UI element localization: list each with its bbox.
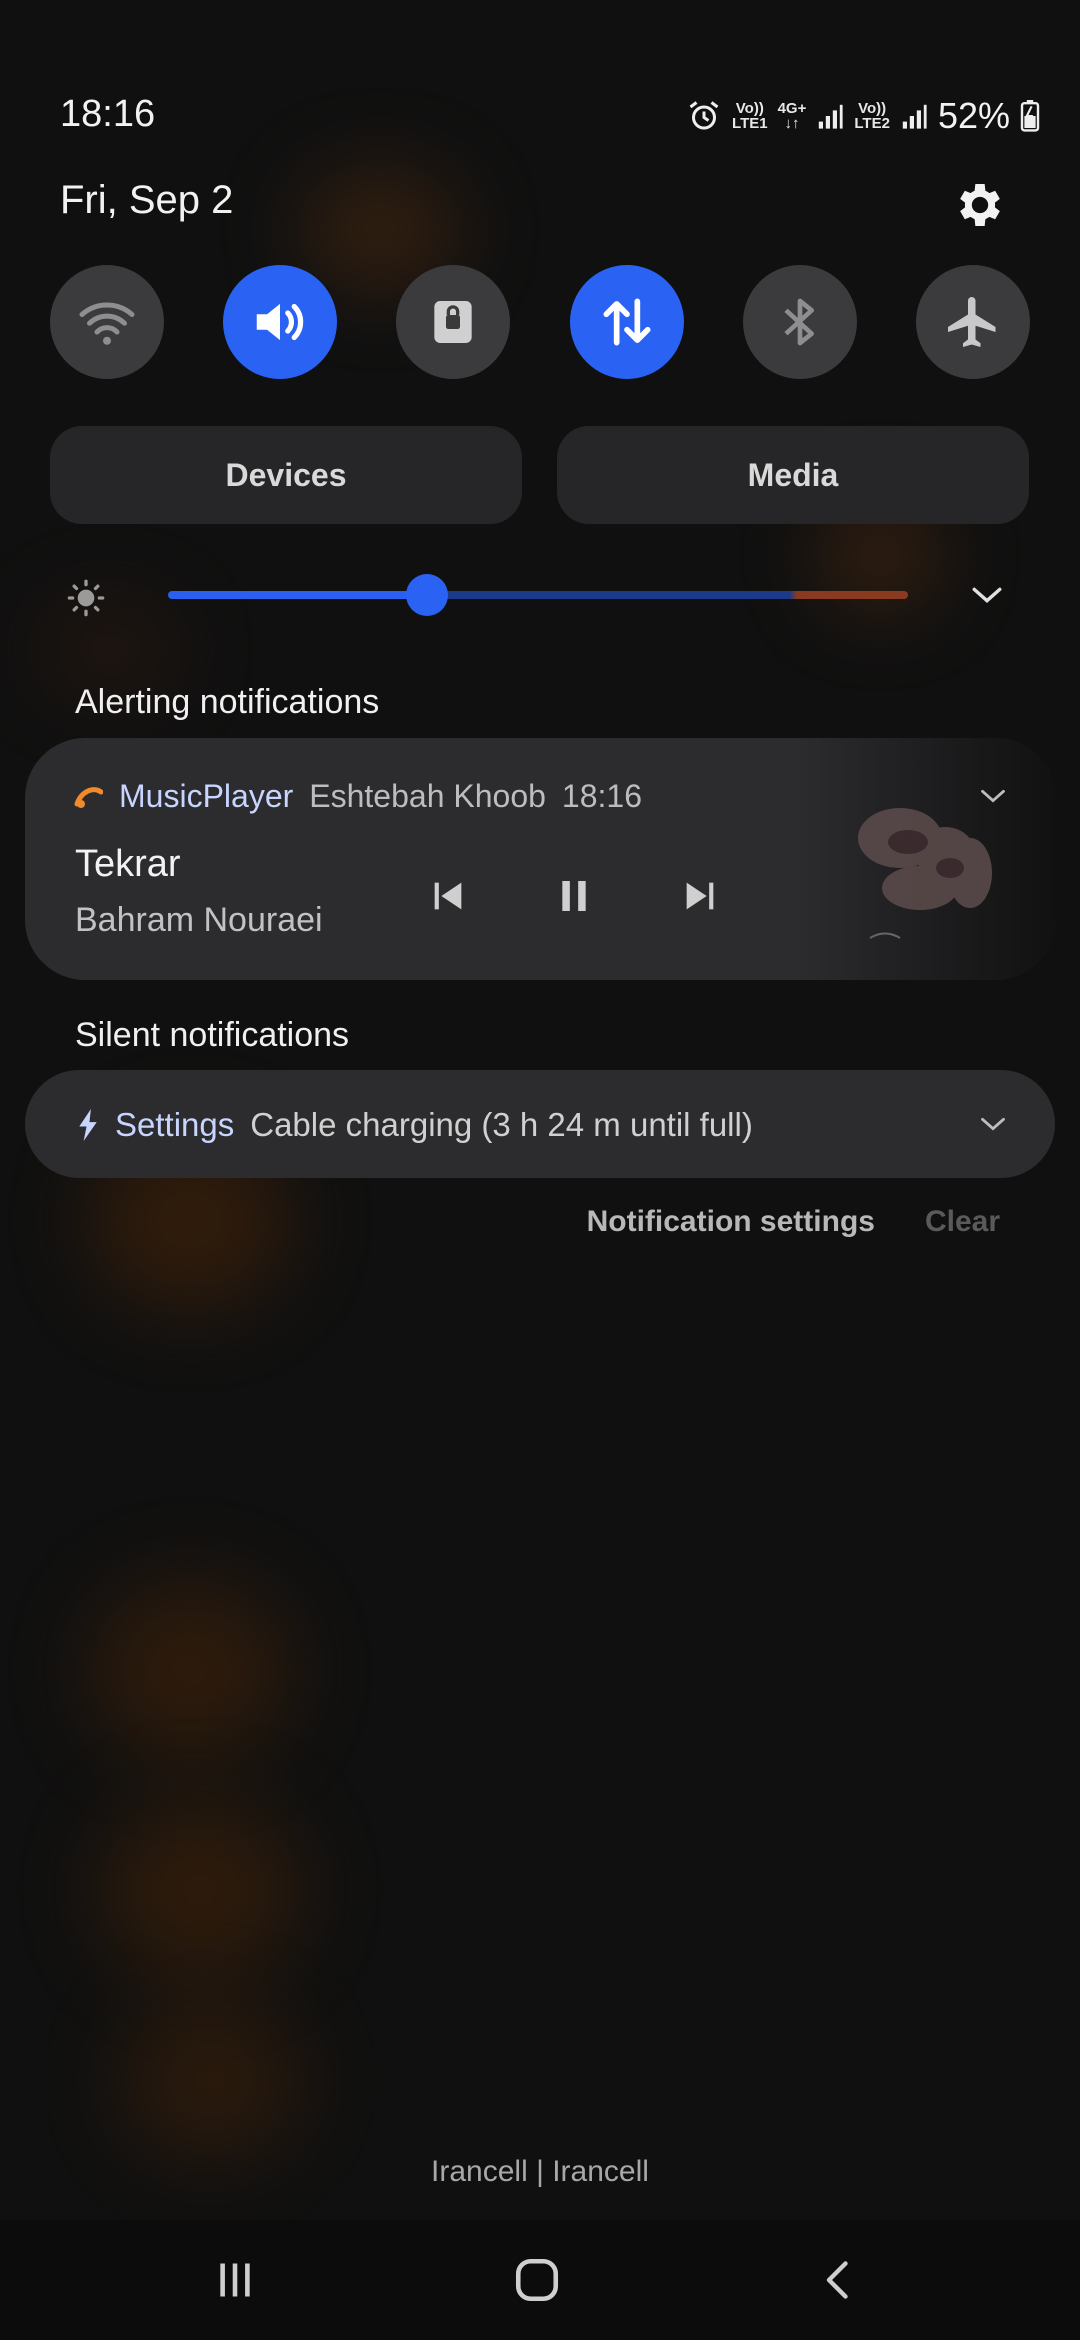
chevron-down-icon[interactable] <box>979 1114 1007 1134</box>
gear-icon[interactable] <box>952 177 1008 233</box>
clock: 18:16 <box>60 93 156 135</box>
skip-next-icon <box>686 882 714 910</box>
back-icon <box>826 2261 848 2299</box>
music-notification-header: MusicPlayer Eshtebah Khoob 18:16 <box>73 778 642 815</box>
pause-icon <box>562 881 586 911</box>
status-icons: Vo)) LTE1 4G+ ↓↑ Vo)) LTE2 52% <box>686 95 1040 137</box>
sound-toggle[interactable] <box>223 265 338 379</box>
bluetooth-icon <box>784 298 814 346</box>
sim2-volte-indicator: Vo)) LTE2 <box>854 100 890 132</box>
chevron-down-icon[interactable] <box>979 786 1007 806</box>
alarm-icon <box>689 101 719 130</box>
navigation-bar <box>0 2220 1080 2340</box>
quick-settings-tiles <box>50 265 1030 379</box>
clear-button[interactable]: Clear <box>925 1205 1000 1239</box>
silent-notifications-heading: Silent notifications <box>75 1016 350 1054</box>
track-title: Tekrar <box>75 843 181 885</box>
notification-time: 18:16 <box>561 778 642 814</box>
notification-app-name: Settings <box>115 1106 235 1143</box>
notification-app-name: MusicPlayer <box>119 778 294 814</box>
screen-lock-toggle[interactable] <box>396 265 511 379</box>
lightning-icon <box>79 1109 97 1141</box>
wallpaper-blur <box>100 1800 300 1980</box>
wallpaper-blur <box>90 1580 290 1760</box>
sim1-volte-indicator: Vo)) LTE1 <box>732 100 768 132</box>
back-button[interactable] <box>800 2250 880 2310</box>
brightness-slider[interactable] <box>168 591 908 599</box>
lock-icon <box>434 301 473 343</box>
status-bar: 18:16 Vo)) LTE1 4G+ ↓↑ Vo)) LTE2 52% <box>60 85 1040 145</box>
battery-charging-icon <box>1020 100 1040 132</box>
date: Fri, Sep 2 <box>60 178 234 222</box>
next-button[interactable] <box>677 873 723 919</box>
media-controls <box>425 873 723 919</box>
speaker-icon <box>256 303 304 341</box>
music-player-icon <box>74 786 103 808</box>
network-type-indicator: 4G+ ↓↑ <box>777 100 807 132</box>
data-transfer-icon <box>603 298 651 346</box>
signal-sim2-icon <box>902 104 927 129</box>
alerting-notifications-heading: Alerting notifications <box>75 683 380 721</box>
media-button[interactable]: Media <box>557 426 1029 524</box>
chevron-down-icon[interactable] <box>970 582 1004 608</box>
charging-notification[interactable]: Settings Cable charging (3 h 24 m until … <box>25 1070 1055 1178</box>
signal-sim1-icon <box>819 104 843 129</box>
pause-button[interactable] <box>551 873 597 919</box>
album-name: Eshtebah Khoob <box>309 778 546 814</box>
brightness-slider-thumb[interactable] <box>406 574 448 616</box>
airplane-icon <box>947 297 996 347</box>
carrier-label: Irancell | Irancell <box>431 2155 649 2188</box>
charging-notification-row: Settings Cable charging (3 h 24 m until … <box>77 1106 753 1144</box>
wifi-icon <box>79 302 135 345</box>
notification-settings-button[interactable]: Notification settings <box>587 1205 875 1239</box>
recent-apps-button[interactable] <box>195 2250 275 2310</box>
track-artist: Bahram Nouraei <box>75 901 323 939</box>
bluetooth-toggle[interactable] <box>742 265 857 379</box>
music-notification[interactable]: MusicPlayer Eshtebah Khoob 18:16 Tekrar … <box>25 738 1055 980</box>
brightness-icon <box>67 579 105 617</box>
charging-message: Cable charging (3 h 24 m until full) <box>250 1106 753 1143</box>
home-icon <box>515 2258 559 2302</box>
notification-actions: Notification settings Clear <box>587 1205 1000 1239</box>
wifi-toggle[interactable] <box>50 265 164 379</box>
skip-previous-icon <box>434 882 462 910</box>
devices-button[interactable]: Devices <box>50 426 522 524</box>
home-button[interactable] <box>497 2250 577 2310</box>
previous-button[interactable] <box>425 873 471 919</box>
mobile-data-toggle[interactable] <box>569 265 684 379</box>
battery-percent: 52% <box>937 95 1010 136</box>
recent-apps-icon <box>220 2263 250 2297</box>
wallpaper-blur <box>120 2000 300 2160</box>
airplane-mode-toggle[interactable] <box>915 265 1030 379</box>
